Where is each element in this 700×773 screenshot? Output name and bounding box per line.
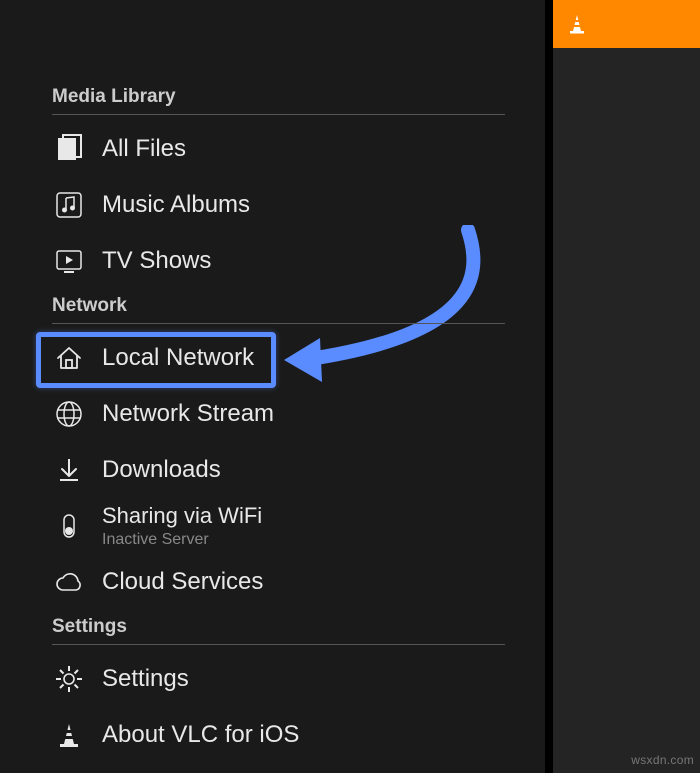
sidebar-item-label: Cloud Services xyxy=(102,568,263,596)
divider xyxy=(52,644,505,645)
gear-icon xyxy=(52,662,86,696)
sidebar-item-label: Music Albums xyxy=(102,191,250,219)
globe-icon xyxy=(52,397,86,431)
vlc-cone-icon xyxy=(52,718,86,752)
sidebar-item-label: About VLC for iOS xyxy=(102,721,299,749)
sidebar-item-label: Local Network xyxy=(102,344,254,372)
sidebar-item-label: Network Stream xyxy=(102,400,274,428)
sidebar-item-local-network[interactable]: Local Network xyxy=(40,330,545,386)
sidebar-item-music-albums[interactable]: Music Albums xyxy=(40,177,545,233)
sidebar: Media Library All Files Music Albums TV … xyxy=(0,0,545,773)
sidebar-item-downloads[interactable]: Downloads xyxy=(40,442,545,498)
section-header-media: Media Library xyxy=(52,86,533,108)
sidebar-item-about[interactable]: About VLC for iOS xyxy=(40,707,545,763)
sidebar-item-label: Downloads xyxy=(102,456,221,484)
divider xyxy=(52,323,505,324)
cloud-icon xyxy=(52,565,86,599)
sidebar-item-cloud-services[interactable]: Cloud Services xyxy=(40,554,545,610)
sidebar-item-subtext: Inactive Server xyxy=(102,531,262,549)
files-stack-icon xyxy=(52,132,86,166)
sidebar-item-settings[interactable]: Settings xyxy=(40,651,545,707)
panel-divider xyxy=(545,0,553,773)
sidebar-item-network-stream[interactable]: Network Stream xyxy=(40,386,545,442)
watermark: wsxdn.com xyxy=(631,753,694,767)
download-icon xyxy=(52,453,86,487)
sidebar-item-label: Settings xyxy=(102,665,189,693)
tv-icon xyxy=(52,244,86,278)
header-band xyxy=(553,0,700,48)
toggle-off-icon xyxy=(52,509,86,543)
music-note-icon xyxy=(52,188,86,222)
sidebar-item-sharing-wifi[interactable]: Sharing via WiFi Inactive Server xyxy=(40,498,545,554)
sidebar-item-label: Sharing via WiFi xyxy=(102,503,262,529)
divider xyxy=(52,114,505,115)
sidebar-item-label: TV Shows xyxy=(102,247,211,275)
main-content-area xyxy=(553,48,700,773)
section-header-settings: Settings xyxy=(52,616,533,638)
section-header-network: Network xyxy=(52,295,533,317)
sidebar-item-tv-shows[interactable]: TV Shows xyxy=(40,233,545,289)
vlc-logo-icon xyxy=(565,12,589,36)
sidebar-item-label: All Files xyxy=(102,135,186,163)
sidebar-item-all-files[interactable]: All Files xyxy=(40,121,545,177)
home-icon xyxy=(52,341,86,375)
